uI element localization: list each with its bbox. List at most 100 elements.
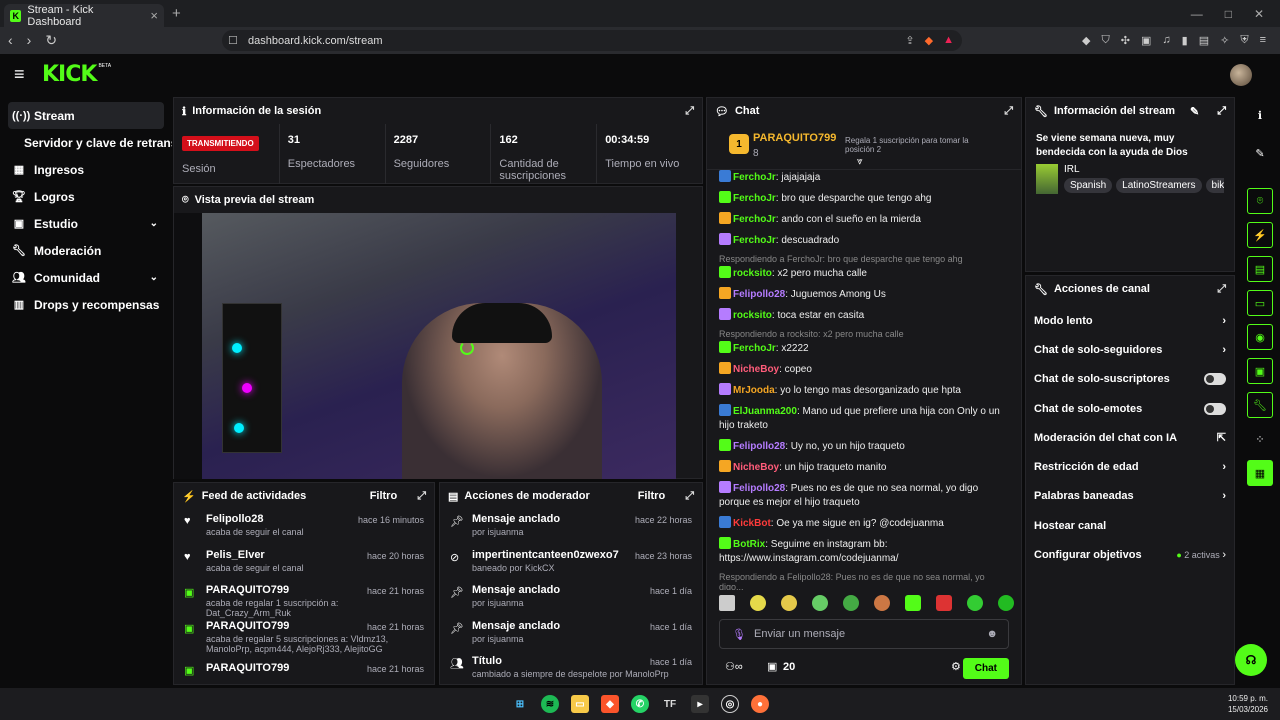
file-explorer-icon[interactable]: ▭ [571, 695, 589, 713]
puzzle-icon[interactable]: ✣ [1121, 34, 1130, 47]
chat-username[interactable]: rocksito [733, 268, 772, 279]
action-host-channel[interactable]: Hostear canal [1026, 511, 1234, 540]
chat-username[interactable]: ElJuanma200 [733, 406, 797, 417]
chat-username[interactable]: Felipollo28 [733, 483, 785, 494]
screenshot-icon[interactable]: ▣ [1141, 34, 1151, 47]
brave-shield-icon[interactable]: ◆ [925, 34, 933, 47]
subs-only-toggle[interactable] [1204, 373, 1226, 386]
filter-button[interactable]: Filtro [638, 490, 666, 502]
emote-icon[interactable] [874, 595, 890, 611]
chat-username[interactable]: FerchoJr [733, 214, 776, 225]
sidebar-item-estudio[interactable]: ▣ Estudio ⌄ [0, 210, 172, 237]
sidebar-item-server-key[interactable]: Servidor y clave de retransmisión [0, 129, 172, 156]
sidebar-item-comunidad[interactable]: 👥︎ Comunidad ⌄ [0, 264, 172, 291]
info-icon[interactable]: ℹ [1247, 102, 1273, 128]
new-tab-button[interactable]: + [172, 5, 181, 22]
maximize-icon[interactable]: □ [1225, 7, 1232, 21]
browser-tab[interactable]: K Stream - Kick Dashboard × [4, 4, 164, 28]
broadcast-icon[interactable]: ◉ [1247, 324, 1273, 350]
action-goals[interactable]: Configurar objetivos ● 2 activas › [1026, 540, 1234, 569]
avatar[interactable] [1230, 64, 1252, 86]
expand-icon[interactable]: ⤢ [1004, 105, 1013, 118]
tag-pill[interactable]: Spanish [1064, 178, 1113, 193]
filter-button[interactable]: Filtro [370, 490, 398, 502]
preview-toggle-icon[interactable]: ⌾ [1247, 188, 1273, 214]
sidebar-icon[interactable]: ▮ [1182, 34, 1188, 47]
action-banned-words[interactable]: Palabras baneadas › [1026, 482, 1234, 511]
sidebar-item-drops[interactable]: ▥ Drops y recompensas [0, 291, 172, 318]
emote-icon[interactable] [905, 595, 921, 611]
chat-username[interactable]: FerchoJr [733, 172, 776, 183]
settings-gear-icon[interactable]: ⚙ [951, 660, 961, 673]
emoji-icon[interactable]: ☻ [986, 628, 998, 640]
action-ai-moderation[interactable]: Moderación del chat con IA ⇱ [1026, 423, 1234, 452]
tag-pill[interactable]: LatinoStreamers [1116, 178, 1202, 193]
action-followers-only[interactable]: Chat de solo-seguidores › [1026, 335, 1234, 364]
add-widget-icon[interactable]: ▦ [1247, 460, 1273, 486]
chat-username[interactable]: NicheBoy [733, 462, 779, 473]
action-age-restriction[interactable]: Restricción de edad › [1026, 452, 1234, 481]
chat-username[interactable]: KickBot [733, 518, 771, 529]
chat-icon[interactable]: ▭ [1247, 290, 1273, 316]
chat-input[interactable]: 🎙︎ Enviar un mensaje ☻ [719, 619, 1009, 649]
system-clock[interactable]: 10:59 p. m. 15/03/2026 [1228, 693, 1268, 715]
category-thumbnail[interactable] [1036, 164, 1058, 194]
extension-icon[interactable]: ◆ [1082, 34, 1090, 47]
bolt-icon[interactable]: ⚡ [1247, 222, 1273, 248]
edit-pencil-icon[interactable]: ✎ [1247, 140, 1273, 166]
edit-pencil-icon[interactable]: ✎ [1190, 105, 1199, 118]
share-icon[interactable]: ⇪ [905, 34, 914, 47]
stream-video[interactable] [202, 213, 676, 479]
emote-icon[interactable] [719, 595, 735, 611]
emote-icon[interactable] [812, 595, 828, 611]
layout-icon[interactable]: ▣ [1247, 358, 1273, 384]
menu-icon[interactable]: ≡ [1260, 34, 1266, 47]
firefox-icon[interactable]: ● [751, 695, 769, 713]
minimize-icon[interactable]: — [1191, 7, 1203, 21]
chat-username[interactable]: FerchoJr [733, 193, 776, 204]
chat-username[interactable]: BotRix [733, 539, 765, 550]
emote-icon[interactable] [967, 595, 983, 611]
chat-username[interactable]: FerchoJr [733, 343, 776, 354]
close-window-icon[interactable]: ✕ [1254, 7, 1264, 21]
windows-start-icon[interactable]: ⊞ [511, 695, 529, 713]
brave-browser-icon[interactable]: ◆ [601, 695, 619, 713]
sidebar-item-ingresos[interactable]: ▦ Ingresos [0, 156, 172, 183]
emotes-only-toggle[interactable] [1204, 402, 1226, 415]
chat-username[interactable]: Felipollo28 [733, 289, 785, 300]
whatsapp-icon[interactable]: ✆ [631, 695, 649, 713]
forward-icon[interactable]: › [27, 32, 32, 49]
wrench-icon[interactable]: 🔧︎ [1247, 392, 1273, 418]
expand-icon[interactable]: ⤢ [417, 490, 426, 503]
mic-icon[interactable]: 🎙︎ [732, 628, 746, 641]
emote-icon[interactable] [998, 595, 1014, 611]
help-headset-icon[interactable]: ☊ [1235, 644, 1267, 676]
chat-username[interactable]: MrJooda [733, 385, 775, 396]
url-field[interactable]: ☐ dashboard.kick.com/stream ⇪ ◆ ▲ [222, 30, 962, 51]
viewers-infinity-icon[interactable]: ⚇∞ [725, 660, 743, 673]
steam-icon[interactable]: ◎ [721, 695, 739, 713]
rewards-icon[interactable]: ▲ [943, 34, 954, 47]
shield-icon[interactable]: ⛉ [1102, 34, 1110, 47]
chat-username[interactable]: Felipollo28 [733, 441, 785, 452]
sidebar-item-logros[interactable]: 🏆︎ Logros [0, 183, 172, 210]
back-icon[interactable]: ‹ [8, 32, 13, 49]
close-tab-icon[interactable]: × [150, 8, 158, 23]
document-icon[interactable]: ▤ [1247, 256, 1273, 282]
gift-icon[interactable]: ▣ [767, 660, 777, 673]
action-slow-mode[interactable]: Modo lento › [1026, 306, 1234, 335]
tf-app-icon[interactable]: TF [661, 695, 679, 713]
wallet-icon[interactable]: ▤ [1199, 34, 1209, 47]
kick-logo[interactable]: KICK [42, 62, 97, 87]
nodes-icon[interactable]: ⁘ [1247, 426, 1273, 452]
category-name[interactable]: IRL [1064, 164, 1224, 175]
terminal-icon[interactable]: ▸ [691, 695, 709, 713]
expand-icon[interactable]: ⤢ [1217, 105, 1226, 118]
vpn-icon[interactable]: ⛨ [1240, 34, 1248, 47]
tag-pill[interactable]: bike [1205, 178, 1224, 193]
bookmark-icon[interactable]: ☐ [228, 34, 238, 47]
emote-icon[interactable] [750, 595, 766, 611]
chat-username[interactable]: NicheBoy [733, 364, 779, 375]
expand-icon[interactable]: ⤢ [1217, 283, 1226, 296]
emote-icon[interactable] [781, 595, 797, 611]
